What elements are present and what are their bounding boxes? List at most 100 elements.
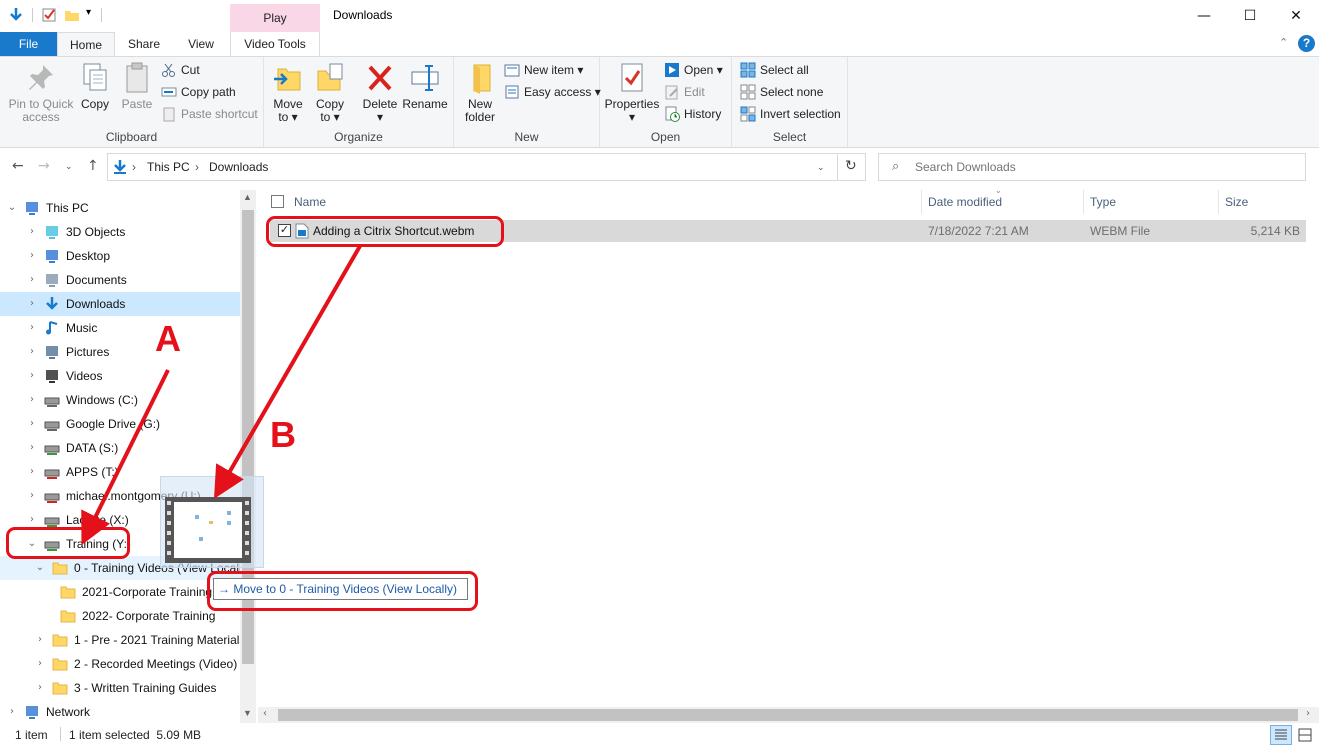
chevron-down-icon[interactable]: ⌄	[6, 196, 18, 220]
nav-item[interactable]: › DATA (S:)	[0, 436, 240, 460]
large-icons-view-icon[interactable]	[1296, 726, 1314, 744]
scroll-left-icon[interactable]: ‹	[263, 708, 267, 719]
properties-icon[interactable]	[41, 7, 57, 23]
nav-item[interactable]: › Documents	[0, 268, 240, 292]
new-item-button[interactable]: New item ▾	[504, 60, 583, 80]
forward-arrow-icon[interactable]: →	[38, 158, 50, 174]
chevron-right-icon[interactable]: ›	[26, 436, 38, 460]
refresh-icon[interactable]: ↻	[845, 158, 857, 174]
column-header-name[interactable]: Name	[288, 190, 922, 214]
nav-item[interactable]: › Network	[0, 700, 240, 723]
desktop-icon	[46, 250, 58, 263]
tab-home[interactable]: Home	[57, 32, 115, 56]
cut-label: Cut	[181, 63, 200, 77]
customize-quick-access-icon[interactable]: ▾	[86, 7, 91, 18]
nav-item[interactable]: › 3D Objects	[0, 220, 240, 244]
invert-selection-button[interactable]: Invert selection	[740, 104, 841, 124]
copy-to-button[interactable]: Copy to ▾	[312, 61, 348, 124]
close-button[interactable]: ✕	[1273, 0, 1319, 32]
chevron-right-icon[interactable]: ›	[34, 628, 46, 652]
chevron-right-icon[interactable]: ›	[26, 220, 38, 244]
select-none-label: Select none	[760, 85, 824, 99]
new-folder-icon[interactable]	[64, 7, 80, 23]
breadcrumb-downloads[interactable]: Downloads	[209, 160, 268, 174]
tab-view[interactable]: View	[175, 32, 227, 56]
select-all-button[interactable]: Select all	[740, 60, 809, 80]
edit-button[interactable]: Edit	[664, 82, 705, 102]
nav-item[interactable]: › 3 - Written Training Guides	[0, 676, 240, 700]
nav-item[interactable]: ⌄ This PC	[0, 196, 240, 220]
chevron-right-icon[interactable]: ›	[26, 244, 38, 268]
nav-item[interactable]: › Pictures	[0, 340, 240, 364]
navigation-bar: ← → ⌄ ↑ › This PC › Downloads ⌄ ↻ ⌕	[0, 148, 1319, 186]
paste-button[interactable]: Paste	[118, 61, 156, 111]
nav-item[interactable]: › 2 - Recorded Meetings (Video)	[0, 652, 240, 676]
copy-button[interactable]: Copy	[76, 61, 114, 111]
open-button[interactable]: Open ▾	[664, 60, 723, 80]
tab-share[interactable]: Share	[118, 32, 170, 56]
column-header-type[interactable]: Type	[1084, 190, 1219, 214]
file-list-scroll-thumb[interactable]	[278, 709, 1298, 721]
nav-item[interactable]: › Google Drive (G:)	[0, 412, 240, 436]
nav-item[interactable]: › 1 - Pre - 2021 Training Materials	[0, 628, 245, 652]
address-dropdown-chevron-icon[interactable]: ⌄	[817, 162, 825, 173]
move-to-button[interactable]: Move to ▾	[270, 61, 306, 124]
collapse-ribbon-icon[interactable]: ⌃	[1279, 36, 1288, 49]
chevron-right-icon[interactable]: ›	[26, 484, 38, 508]
chevron-right-icon[interactable]: ›	[34, 676, 46, 700]
back-arrow-icon[interactable]: ←	[12, 158, 24, 174]
down-arrow-icon[interactable]	[8, 7, 24, 23]
chevron-right-icon[interactable]: ›	[26, 412, 38, 436]
pc-icon	[26, 202, 38, 215]
details-view-icon[interactable]	[1270, 725, 1292, 745]
recent-locations-chevron-icon[interactable]: ⌄	[65, 162, 73, 172]
easy-access-button[interactable]: Easy access ▾	[504, 82, 601, 102]
chevron-right-icon[interactable]: ›	[26, 292, 38, 316]
rename-button[interactable]: Rename	[402, 61, 448, 111]
copy-path-button[interactable]: Copy path	[161, 82, 236, 102]
new-folder-button[interactable]: New folder	[460, 61, 500, 124]
nav-item[interactable]: 2022- Corporate Training	[0, 604, 240, 628]
address-bar[interactable]: › This PC › Downloads ⌄ ↻	[107, 153, 866, 181]
properties-button[interactable]: Properties ▾	[604, 61, 660, 124]
search-input[interactable]	[915, 157, 1295, 177]
nav-item[interactable]: › Windows (C:)	[0, 388, 240, 412]
scroll-down-icon[interactable]: ▼	[243, 708, 252, 718]
chevron-right-icon[interactable]: ›	[34, 652, 46, 676]
breadcrumb-this-pc[interactable]: This PC	[147, 160, 190, 174]
file-date-modified: 7/18/2022 7:21 AM	[928, 224, 1029, 238]
column-header-date-modified[interactable]: Date modified	[922, 190, 1084, 214]
chevron-right-icon[interactable]: ›	[26, 268, 38, 292]
select-none-button[interactable]: Select none	[740, 82, 823, 102]
help-icon[interactable]: ?	[1298, 35, 1315, 52]
select-all-checkbox[interactable]	[271, 195, 284, 208]
chevron-right-icon[interactable]: ›	[26, 340, 38, 364]
select-all-icon	[740, 62, 756, 78]
chevron-right-icon[interactable]: ›	[6, 700, 18, 723]
nav-item[interactable]: 2021-Corporate Training	[0, 580, 240, 604]
chevron-right-icon[interactable]: ›	[26, 316, 38, 340]
scroll-right-icon[interactable]: ›	[1306, 708, 1310, 719]
maximize-button[interactable]: ☐	[1227, 0, 1273, 32]
history-button[interactable]: History	[664, 104, 721, 124]
tab-video-tools[interactable]: Video Tools	[230, 32, 320, 56]
nav-item[interactable]: › Videos	[0, 364, 240, 388]
minimize-button[interactable]: —	[1181, 0, 1227, 32]
nav-item[interactable]: › Downloads	[0, 292, 240, 316]
column-header-size[interactable]: Size	[1219, 190, 1309, 214]
chevron-right-icon[interactable]: ›	[26, 364, 38, 388]
up-arrow-icon[interactable]: ↑	[87, 158, 99, 174]
paste-shortcut-button[interactable]: Paste shortcut	[161, 104, 258, 124]
pin-to-quick-access-button[interactable]: Pin to Quick access	[6, 61, 76, 124]
delete-button[interactable]: Delete ▾	[360, 61, 400, 124]
chevron-right-icon[interactable]: ›	[26, 388, 38, 412]
nav-item[interactable]: › Desktop	[0, 244, 240, 268]
folder-icon	[60, 586, 76, 599]
chevron-right-icon[interactable]: ›	[26, 460, 38, 484]
nav-item[interactable]: › Music	[0, 316, 240, 340]
cut-button[interactable]: Cut	[161, 60, 200, 80]
search-box[interactable]: ⌕	[878, 153, 1306, 181]
tab-file[interactable]: File	[0, 32, 57, 56]
chevron-down-icon[interactable]: ⌄	[34, 556, 46, 580]
scroll-up-icon[interactable]: ▲	[243, 192, 252, 202]
